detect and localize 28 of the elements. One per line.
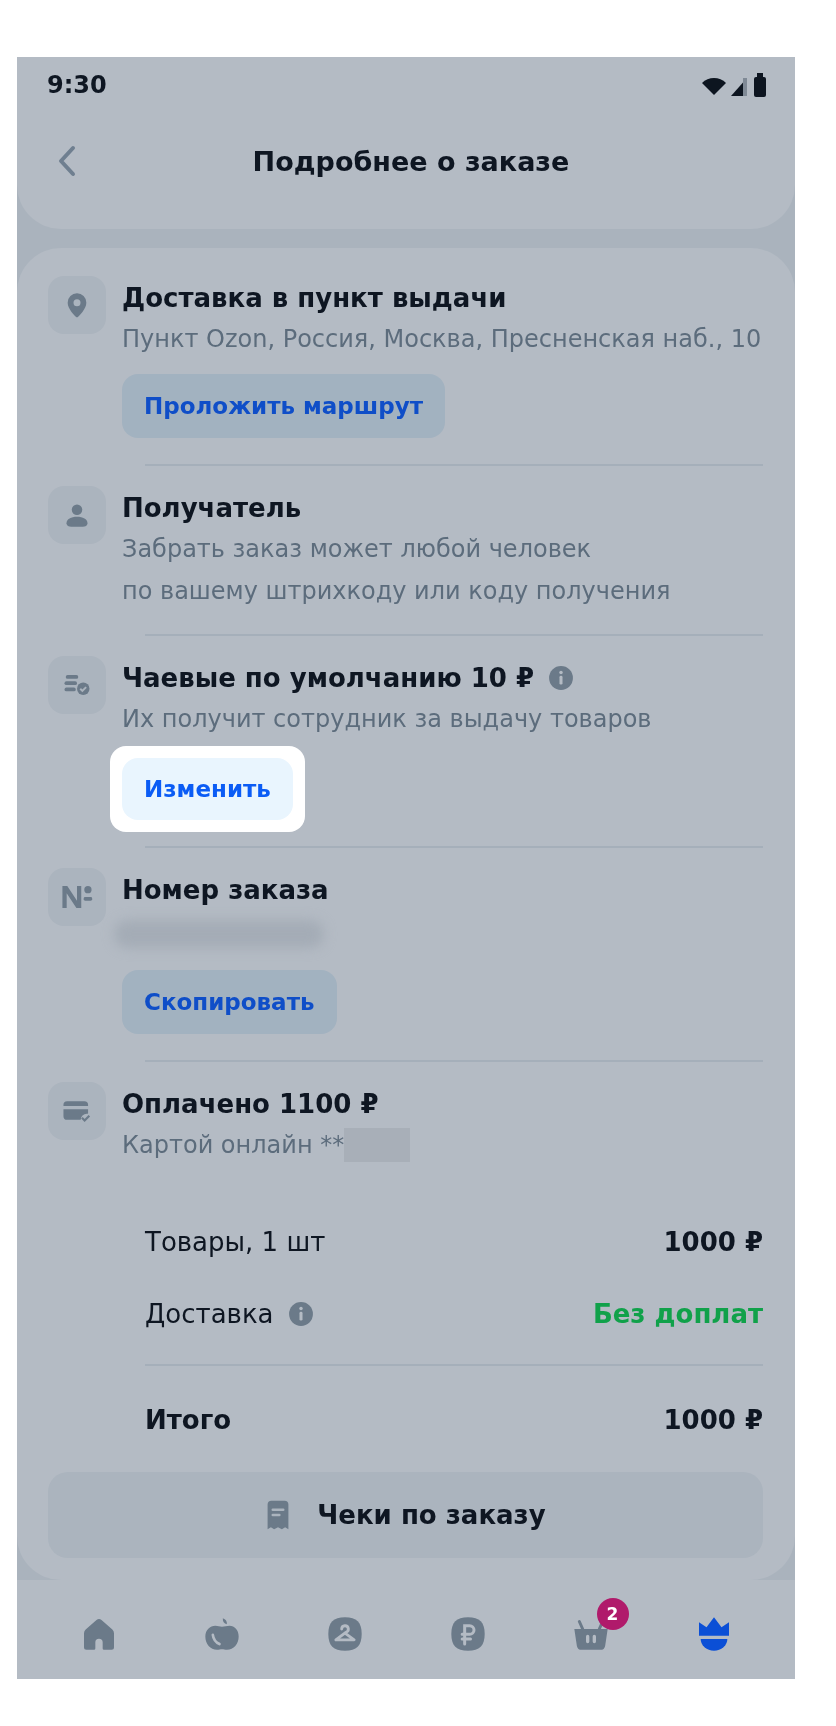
section-title: Получатель xyxy=(122,492,302,525)
section-text: Картой онлайн ** xyxy=(122,1130,345,1161)
battery-icon xyxy=(753,73,767,97)
section-text: Забрать заказ может любой человек xyxy=(122,534,593,565)
page-title: Подробнее о заказе xyxy=(251,145,571,177)
signal-icon xyxy=(731,75,749,97)
section-text: Их получит сотрудник за выдачу товаров xyxy=(122,704,653,735)
summary-value: Без доплат xyxy=(592,1299,763,1329)
summary-label: Товары, 1 шт xyxy=(145,1227,326,1257)
summary-value: 1000 ₽ xyxy=(663,1405,763,1435)
count-badge: 2 xyxy=(596,1598,629,1630)
action-button[interactable]: Проложить маршрут xyxy=(122,374,446,438)
action-button[interactable]: Скопировать xyxy=(122,970,337,1034)
section-text: Пункт Ozon, Россия, Москва, Пресненская наб., 10 xyxy=(122,324,763,355)
section-title: Доставка в пункт выдачи xyxy=(122,282,507,315)
change-button[interactable]: Изменить xyxy=(122,758,293,820)
summary-label: Доставка xyxy=(145,1299,274,1329)
summary-value: 1000 ₽ xyxy=(663,1227,763,1257)
section-title: Чаевые по умолчанию 10 ₽ xyxy=(122,662,535,695)
section-title: Номер заказа xyxy=(122,874,329,907)
summary-label: Итого xyxy=(145,1405,232,1435)
receipts-button[interactable]: Чеки по заказу xyxy=(48,1472,763,1558)
info-icon[interactable] xyxy=(287,1301,314,1327)
info-icon[interactable] xyxy=(548,665,575,691)
wifi-icon xyxy=(701,75,727,97)
section-title: Оплачено 1100 ₽ xyxy=(122,1088,379,1121)
section-text: по вашему штрихкоду или коду получения xyxy=(122,576,672,607)
status-time: 9:30 xyxy=(47,71,107,99)
